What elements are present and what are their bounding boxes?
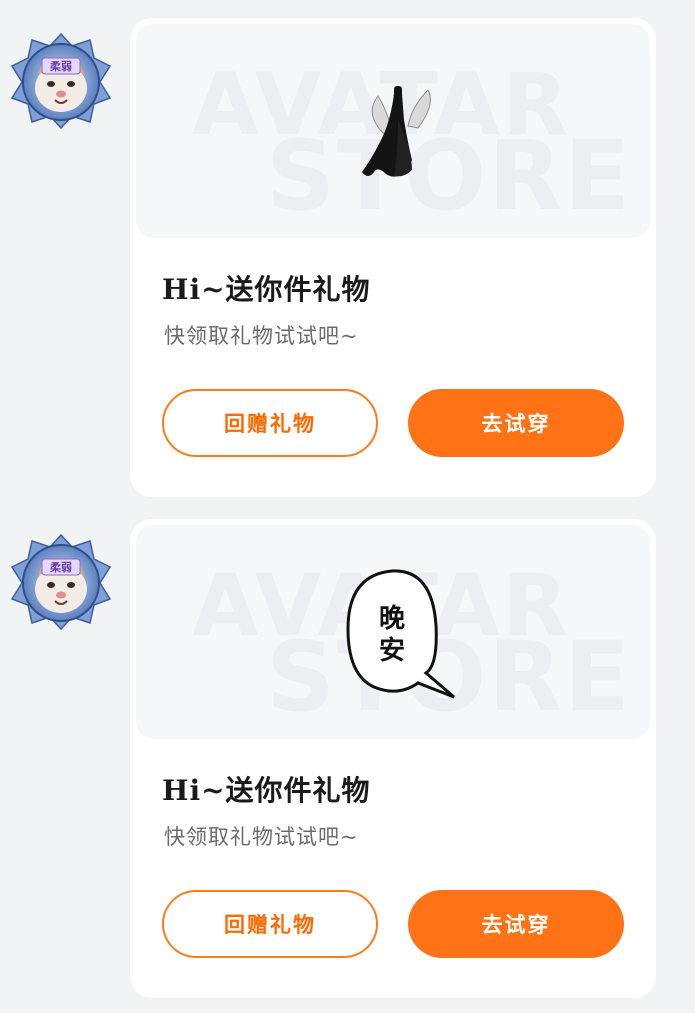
gift-card: AVATAR STORE Hi~送你件礼物 快领取礼物试试吧~ 回赠礼物 去试穿 — [130, 18, 656, 497]
gift-title: Hi~送你件礼物 — [162, 774, 371, 807]
sender-avatar[interactable]: 柔弱 — [10, 533, 112, 631]
gift-subtitle: 快领取礼物试试吧~ — [164, 324, 359, 348]
gift-banner: AVATAR STORE — [136, 24, 650, 238]
gift-card: AVATAR STORE 晚 安 Hi~送你件礼物 快领取礼物试试吧~ 回赠礼物… — [130, 519, 656, 998]
speech-bubble-sticker-icon: 晚 安 — [346, 569, 455, 699]
return-gift-button[interactable]: 回赠礼物 — [162, 389, 378, 457]
gift-title: Hi~送你件礼物 — [162, 273, 371, 306]
sender-avatar[interactable]: 柔弱 — [10, 32, 112, 130]
black-dress-outfit-icon — [362, 86, 431, 177]
gift-banner: AVATAR STORE 晚 安 — [136, 525, 650, 739]
bubble-text-line1: 晚 — [379, 604, 405, 634]
bubble-text-line2: 安 — [379, 636, 405, 666]
svg-text:柔弱: 柔弱 — [49, 60, 72, 73]
return-gift-button[interactable]: 回赠礼物 — [162, 890, 378, 958]
try-on-button[interactable]: 去试穿 — [408, 890, 624, 958]
svg-text:柔弱: 柔弱 — [49, 561, 72, 574]
gift-subtitle: 快领取礼物试试吧~ — [164, 825, 359, 849]
try-on-button[interactable]: 去试穿 — [408, 389, 624, 457]
